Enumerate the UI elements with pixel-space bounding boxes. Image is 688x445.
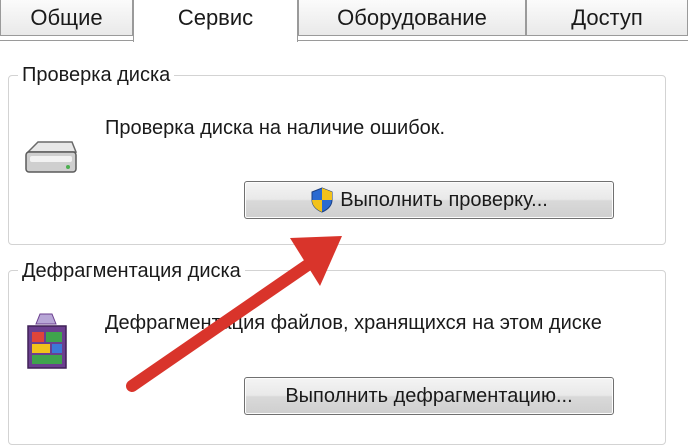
- uac-shield-icon: [311, 187, 333, 213]
- tab-strip: Общие Сервис Оборудование Доступ: [0, 0, 688, 42]
- tab-hardware[interactable]: Оборудование: [298, 0, 526, 36]
- check-disk-group: [8, 75, 666, 245]
- run-check-button[interactable]: Выполнить проверку...: [244, 181, 614, 219]
- tab-service[interactable]: Сервис: [133, 0, 298, 42]
- defrag-description: Дефрагментация файлов, хранящихся на это…: [105, 312, 602, 334]
- run-defrag-label: Выполнить дефрагментацию...: [285, 385, 573, 407]
- tab-general[interactable]: Общие: [0, 0, 133, 36]
- tab-access[interactable]: Доступ: [526, 0, 688, 36]
- defrag-legend: Дефрагментация диска: [18, 259, 245, 283]
- check-disk-description: Проверка диска на наличие ошибок.: [105, 117, 446, 139]
- defrag-group: [8, 270, 666, 445]
- defrag-icon: [27, 313, 67, 369]
- run-check-label: Выполнить проверку...: [340, 189, 548, 211]
- drive-icon: [25, 141, 78, 173]
- check-disk-legend: Проверка диска: [18, 63, 175, 87]
- run-defrag-button[interactable]: Выполнить дефрагментацию...: [244, 377, 614, 415]
